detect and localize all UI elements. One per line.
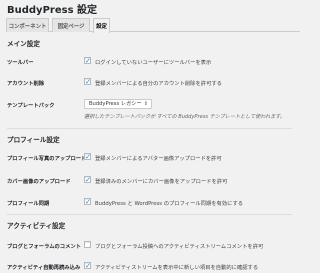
toolbar-option-text: ログインしていないユーザーにツールバーを表示 bbox=[95, 60, 212, 66]
avatar-upload-label: プロフィール写真のアップロード bbox=[7, 156, 87, 162]
template-pack-select[interactable]: BuddyPress レガシー ⇕ bbox=[84, 99, 152, 109]
cover-upload-option-text: 登録済みのメンバーにカバー画像をアップロードを許可 bbox=[95, 179, 228, 185]
blog-comments-label: ブログとフォーラムのコメント bbox=[7, 244, 81, 250]
template-pack-label: テンプレートパック bbox=[7, 103, 55, 109]
account-delete-option-text: 登録メンバーによる自分のアカウント削除を許可する bbox=[95, 81, 222, 87]
toolbar-label: ツールバー bbox=[7, 60, 34, 66]
section-title-main: メイン設定 bbox=[7, 40, 40, 48]
template-pack-value: BuddyPress レガシー bbox=[89, 101, 142, 107]
cover-upload-checkbox[interactable]: ✓ bbox=[84, 176, 91, 184]
section-divider bbox=[7, 214, 292, 215]
profile-sync-label: プロフィール同期 bbox=[7, 201, 50, 207]
checkmark-icon: ✓ bbox=[85, 57, 91, 65]
section-title-profile: プロフィール設定 bbox=[7, 136, 60, 144]
account-delete-checkbox[interactable]: ✓ bbox=[84, 78, 91, 86]
auto-refresh-checkbox[interactable]: ✓ bbox=[84, 262, 91, 270]
checkmark-icon: ✓ bbox=[85, 176, 91, 184]
section-title-activity: アクティビティ設定 bbox=[7, 222, 66, 230]
tab-settings[interactable]: 設定 bbox=[93, 18, 110, 33]
page-title: BuddyPress 設定 bbox=[7, 5, 98, 16]
settings-tabs: コンポーネント 固定ページ 設定 bbox=[6, 18, 300, 33]
blog-comments-checkbox[interactable] bbox=[84, 241, 91, 248]
select-arrow-icon: ⇕ bbox=[143, 101, 148, 107]
checkmark-icon: ✓ bbox=[85, 78, 91, 86]
profile-sync-option-text: BuddyPress と WordPress のプロフィール同期を有効にする bbox=[95, 201, 244, 207]
checkmark-icon: ✓ bbox=[85, 153, 91, 161]
auto-refresh-label: アクティビティ自動再読み込み bbox=[7, 265, 81, 271]
account-delete-label: アカウント削除 bbox=[7, 81, 45, 87]
tab-components[interactable]: コンポーネント bbox=[6, 18, 49, 32]
cover-upload-label: カバー画像のアップロード bbox=[7, 179, 71, 185]
checkmark-icon: ✓ bbox=[85, 262, 91, 270]
blog-comments-option-text: ブログとフォーラム投稿へのアクティビティストリームコメントを許可 bbox=[95, 244, 264, 250]
toolbar-checkbox[interactable]: ✓ bbox=[84, 57, 91, 65]
template-pack-description: 選択したテンプレートパックが すべての BuddyPress テンプレートとして… bbox=[84, 114, 285, 120]
section-divider bbox=[7, 128, 292, 129]
auto-refresh-option-text: アクティビティストリームを表示中に新しい項目を自動的に確認する bbox=[95, 265, 259, 271]
profile-sync-checkbox[interactable]: ✓ bbox=[84, 198, 91, 206]
avatar-upload-option-text: 登録メンバーによるアバター画像アップロードを許可 bbox=[95, 156, 222, 162]
checkmark-icon: ✓ bbox=[85, 198, 91, 206]
tab-pages[interactable]: 固定ページ bbox=[52, 18, 90, 32]
avatar-upload-checkbox[interactable]: ✓ bbox=[84, 153, 91, 161]
